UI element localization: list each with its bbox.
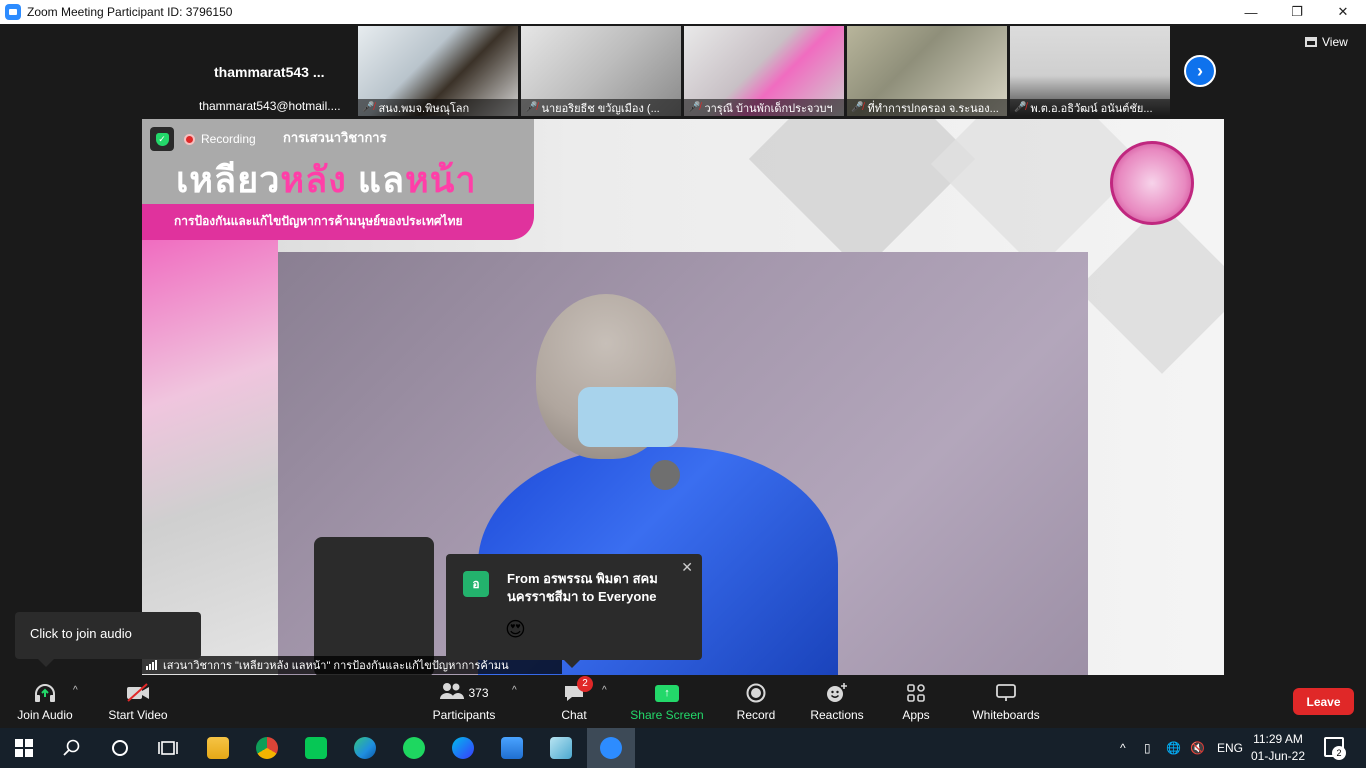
- participant-tile[interactable]: 🎤̸ พ.ต.อ.อธิวัฒน์ อนันต์ชัย...: [1010, 26, 1170, 116]
- participant-name: นายอริยธีช ขวัญเมือง (...: [541, 102, 660, 115]
- show-hidden-icons-caret-icon[interactable]: ^: [1120, 728, 1126, 768]
- windows-taskbar: ^ ▯ 🌐 🔇 ENG 11:29 AM 01-Jun-22 2: [0, 728, 1366, 768]
- banner-small-title: การเสวนาวิชาการ: [283, 130, 387, 145]
- phone-link-icon[interactable]: ▯: [1144, 728, 1151, 768]
- record-button[interactable]: Record: [734, 675, 778, 728]
- banner-title: เหลียวหลัง แลหน้า: [176, 159, 477, 200]
- webex-icon[interactable]: [439, 728, 487, 768]
- self-name: thammarat543 ...: [214, 64, 325, 80]
- recording-dot-icon: [184, 133, 195, 145]
- mic-muted-icon: 🎤̸: [851, 102, 864, 113]
- spotify-icon[interactable]: [390, 728, 438, 768]
- participants-count: 373: [468, 686, 489, 700]
- window-titlebar: Zoom Meeting Participant ID: 3796150 — ❐…: [0, 0, 1366, 24]
- task-view-icon[interactable]: [144, 728, 192, 768]
- audio-level-icon: [146, 660, 157, 670]
- participant-strip: thammarat543 ... thammarat543@hotmail...…: [0, 24, 1366, 119]
- chat-message-emoji: 😍: [505, 619, 526, 641]
- participant-name: พ.ต.อ.อธิวัฒน์ อนันต์ชัย...: [1030, 102, 1153, 115]
- self-video-tile[interactable]: thammarat543 ... thammarat543@hotmail...…: [195, 26, 355, 116]
- start-video-button[interactable]: Start Video: [104, 675, 172, 728]
- chat-notification-popup[interactable]: อ From อรพรรณ พิมดา สคม นครราชสีมา to Ev…: [446, 554, 702, 668]
- participants-icon: [439, 682, 465, 705]
- headphones-icon: [33, 681, 57, 705]
- notes-app-icon[interactable]: [537, 728, 585, 768]
- leave-button[interactable]: Leave: [1293, 688, 1354, 715]
- record-icon: [746, 681, 766, 705]
- minimize-button[interactable]: —: [1228, 0, 1274, 24]
- participant-tile[interactable]: 🎤̸ วารุณี บ้านพักเด็กประจวบฯ: [684, 26, 844, 116]
- view-grid-icon: [1305, 37, 1317, 47]
- search-icon[interactable]: [48, 728, 96, 768]
- meeting-toolbar: Join Audio ^ Start Video 373 Participant…: [0, 675, 1366, 728]
- banner-subtitle: การป้องกันและแก้ไขปัญหาการค้ามนุษย์ของปร…: [174, 214, 463, 228]
- zoom-taskbar-icon[interactable]: [587, 728, 635, 768]
- participant-tile[interactable]: 🎤̸ สนง.พมจ.พิษณุโลก: [358, 26, 518, 116]
- window-title: Zoom Meeting Participant ID: 3796150: [27, 5, 233, 19]
- clock-date: 01-Jun-22: [1250, 749, 1306, 763]
- participants-caret-icon[interactable]: ^: [512, 685, 517, 696]
- share-screen-icon: ↑: [655, 681, 679, 705]
- self-email: thammarat543@hotmail....: [199, 99, 341, 113]
- start-windows-icon[interactable]: [0, 728, 48, 768]
- whiteboard-icon: [995, 681, 1017, 705]
- participant-name: ที่ทำการปกครอง จ.ระนอง...: [867, 102, 999, 115]
- mic-muted-icon: 🎤̸: [525, 102, 538, 113]
- close-icon[interactable]: ✕: [681, 559, 693, 576]
- line-app-icon[interactable]: [292, 728, 340, 768]
- next-page-chevron-icon[interactable]: ›: [1184, 55, 1216, 87]
- apps-icon: [906, 681, 926, 705]
- chat-sender: From อรพรรณ พิมดา สคม นครราชสีมา to Ever…: [507, 571, 658, 604]
- security-shield-icon[interactable]: ✓: [150, 127, 174, 151]
- chat-caret-icon[interactable]: ^: [602, 685, 607, 696]
- participant-name: สนง.พมจ.พิษณุโลก: [378, 102, 470, 115]
- decorative-panel: [142, 240, 278, 675]
- share-screen-button[interactable]: ↑ Share Screen: [628, 675, 706, 728]
- participant-tile[interactable]: 🎤̸ นายอริยธีช ขวัญเมือง (...: [521, 26, 681, 116]
- participant-name: วารุณี บ้านพักเด็กประจวบฯ: [704, 102, 833, 115]
- mic-muted-icon: 🎤̸: [362, 102, 375, 113]
- apps-button[interactable]: Apps: [896, 675, 936, 728]
- notification-count-badge: 2: [1332, 746, 1346, 760]
- cortana-circle-icon[interactable]: [96, 728, 144, 768]
- maximize-button[interactable]: ❐: [1274, 0, 1320, 24]
- edge-icon[interactable]: [341, 728, 389, 768]
- join-audio-button[interactable]: Join Audio: [12, 675, 78, 728]
- smiley-plus-icon: [826, 681, 848, 705]
- recording-label: Recording: [201, 132, 256, 146]
- mic-muted-icon: 🎤̸: [688, 102, 701, 113]
- view-label: View: [1322, 35, 1348, 49]
- avatar: อ: [463, 571, 489, 597]
- volume-muted-icon[interactable]: 🔇: [1190, 728, 1205, 768]
- language-indicator[interactable]: ENG: [1217, 728, 1243, 768]
- zoom-logo-icon: [5, 4, 21, 20]
- join-audio-tooltip: Click to join audio: [15, 612, 201, 667]
- file-explorer-icon[interactable]: [194, 728, 242, 768]
- view-button[interactable]: View: [1305, 35, 1348, 49]
- recording-indicator: Recording: [184, 132, 256, 146]
- network-globe-icon[interactable]: 🌐: [1166, 728, 1181, 768]
- reactions-button[interactable]: Reactions: [808, 675, 866, 728]
- audio-options-caret-icon[interactable]: ^: [73, 685, 78, 696]
- chat-unread-badge: 2: [577, 676, 593, 692]
- video-off-icon: [125, 681, 151, 705]
- clock-time: 11:29 AM: [1253, 732, 1303, 746]
- participant-tile[interactable]: 🎤̸ ที่ทำการปกครอง จ.ระนอง...: [847, 26, 1007, 116]
- whiteboards-button[interactable]: Whiteboards: [968, 675, 1044, 728]
- participants-button[interactable]: 373 Participants: [428, 675, 500, 728]
- close-window-button[interactable]: ✕: [1320, 0, 1366, 24]
- mic-muted-icon: 🎤̸: [1014, 102, 1027, 113]
- chrome-icon[interactable]: [243, 728, 291, 768]
- taskbar-clock[interactable]: 11:29 AM 01-Jun-22: [1248, 731, 1308, 765]
- photos-icon[interactable]: [488, 728, 536, 768]
- ministry-seal-logo: [1110, 141, 1194, 225]
